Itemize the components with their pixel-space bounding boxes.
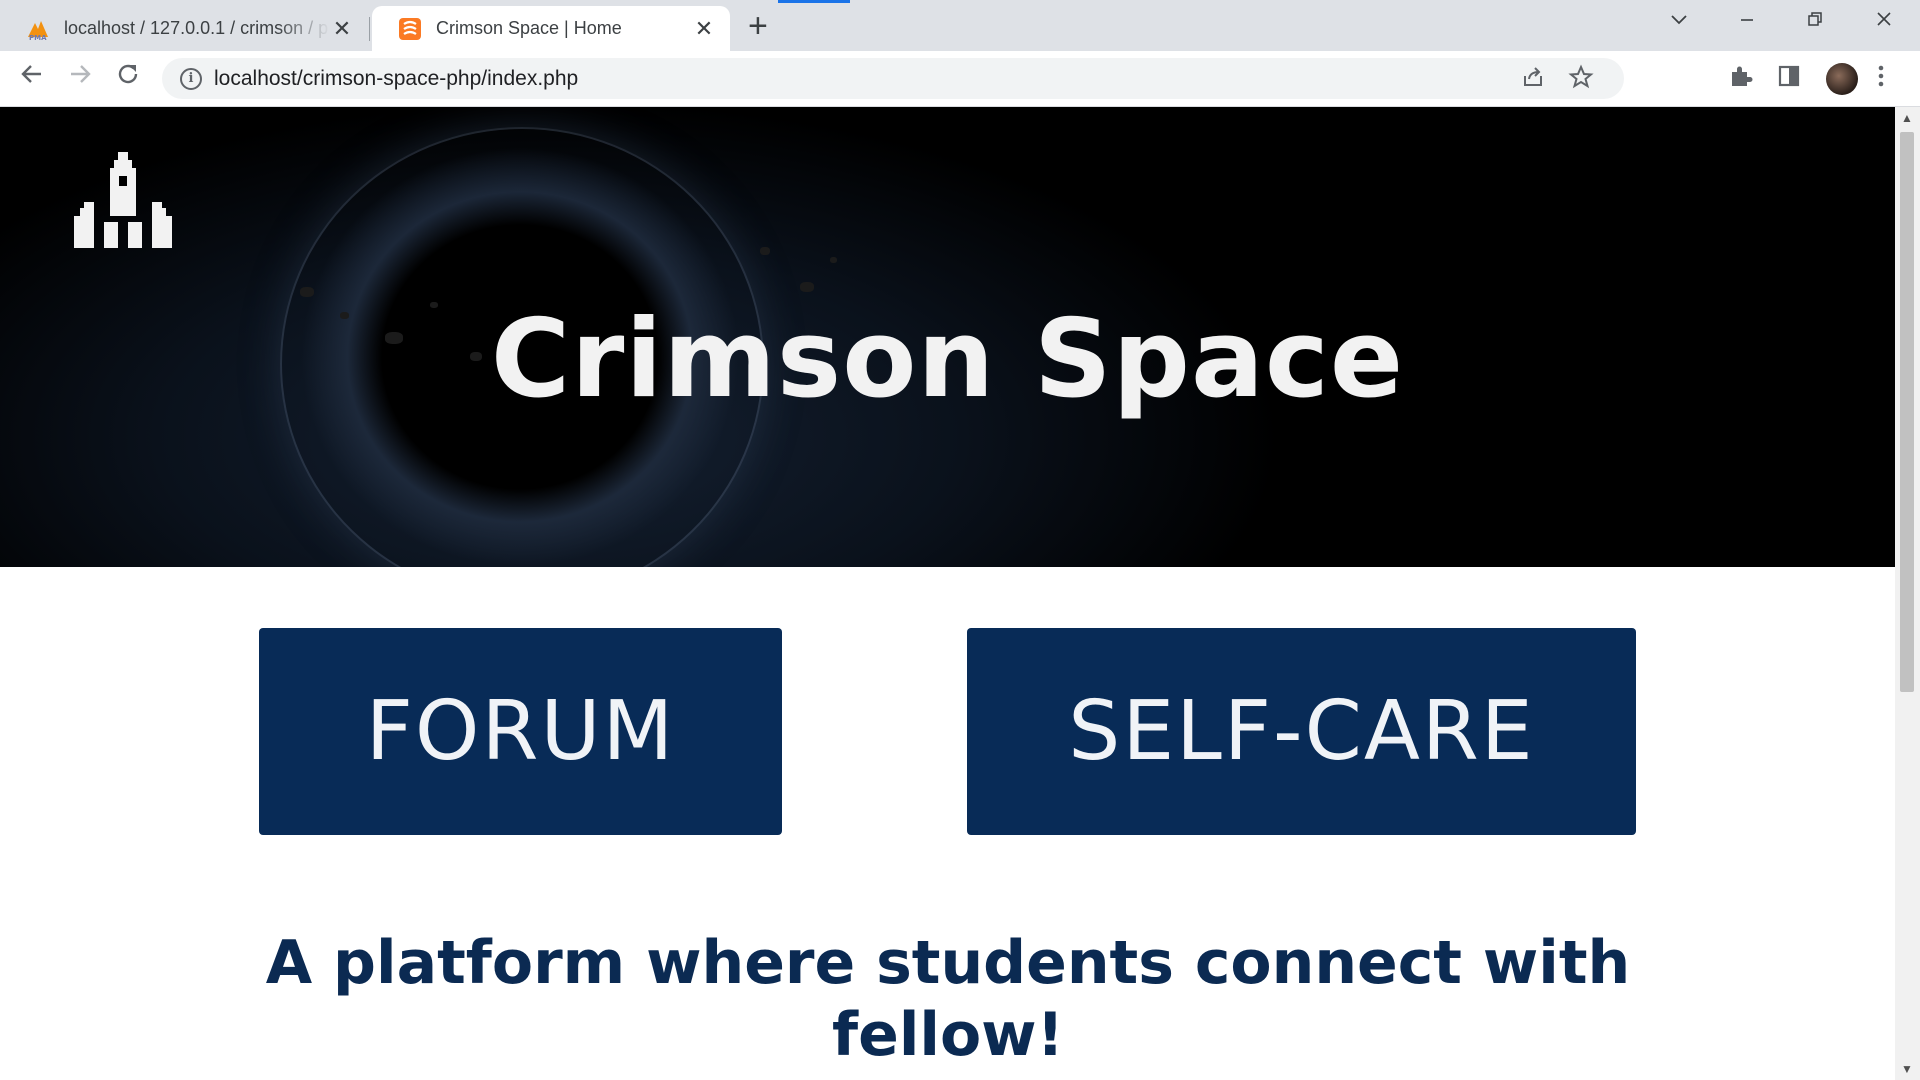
url-text[interactable]: localhost/crimson-space-php/index.php (214, 67, 578, 91)
bookmark-star-icon[interactable] (1568, 64, 1594, 97)
restore-icon[interactable] (1795, 8, 1835, 34)
tab-bar: PMA localhost / 127.0.0.1 / crimson / p … (0, 0, 1920, 51)
tab-phpmyadmin[interactable]: PMA localhost / 127.0.0.1 / crimson / p … (0, 6, 368, 51)
hero-title: Crimson Space (490, 297, 1405, 422)
minimize-icon[interactable] (1727, 8, 1767, 34)
tab-title: Crimson Space | Home (436, 18, 622, 38)
xampp-icon (399, 17, 421, 40)
forum-button[interactable]: FORUM (259, 628, 782, 835)
scrollbar-thumb[interactable] (1900, 132, 1914, 692)
asteroid-decoration (800, 282, 814, 292)
extensions-puzzle-icon[interactable] (1728, 63, 1754, 96)
browser-toolbar: i localhost/crimson-space-php/index.php (0, 51, 1920, 107)
scroll-up-icon[interactable]: ▲ (1901, 111, 1913, 125)
arrow-right-icon (71, 65, 91, 83)
info-icon[interactable]: i (180, 68, 202, 90)
side-panel-icon[interactable] (1776, 63, 1802, 96)
asteroid-decoration (300, 287, 314, 297)
tab-title: localhost / 127.0.0.1 / crimson / p (64, 18, 329, 38)
new-tab-button[interactable]: + (748, 8, 768, 44)
forward-button[interactable] (62, 61, 98, 95)
tab-close-icon[interactable]: ✕ (692, 16, 716, 42)
back-button[interactable] (14, 61, 50, 95)
loading-indicator (778, 0, 850, 3)
menu-kebab-icon[interactable] (1876, 63, 1886, 96)
tab-search-chevron-icon[interactable] (1659, 8, 1699, 34)
self-care-button[interactable]: SELF-CARE (967, 628, 1636, 835)
tab-separator (369, 17, 370, 41)
tab-crimson-space[interactable]: Crimson Space | Home ✕ (372, 6, 730, 51)
reload-icon (118, 64, 138, 84)
tagline-heading: A platform where students connect with f… (265, 928, 1631, 1070)
svg-text:PMA: PMA (29, 34, 47, 41)
profile-avatar[interactable] (1826, 63, 1858, 95)
tab-close-icon[interactable]: ✕ (330, 16, 354, 42)
hero-banner: Crimson Space (0, 107, 1895, 567)
scroll-down-icon[interactable]: ▼ (1901, 1062, 1913, 1076)
close-window-icon[interactable] (1864, 8, 1904, 34)
phpmyadmin-icon: PMA (28, 20, 48, 41)
rocket-icon (74, 152, 172, 248)
reload-button[interactable] (110, 61, 146, 95)
share-icon[interactable] (1520, 64, 1546, 97)
arrow-left-icon (21, 65, 41, 83)
asteroid-decoration (760, 247, 770, 255)
asteroid-decoration (830, 257, 837, 263)
address-bar[interactable]: i localhost/crimson-space-php/index.php (162, 58, 1624, 99)
page-viewport: Crimson Space FORUM SELF-CARE A platform… (0, 107, 1895, 1080)
page-scrollbar[interactable]: ▲ ▼ (1895, 107, 1920, 1080)
